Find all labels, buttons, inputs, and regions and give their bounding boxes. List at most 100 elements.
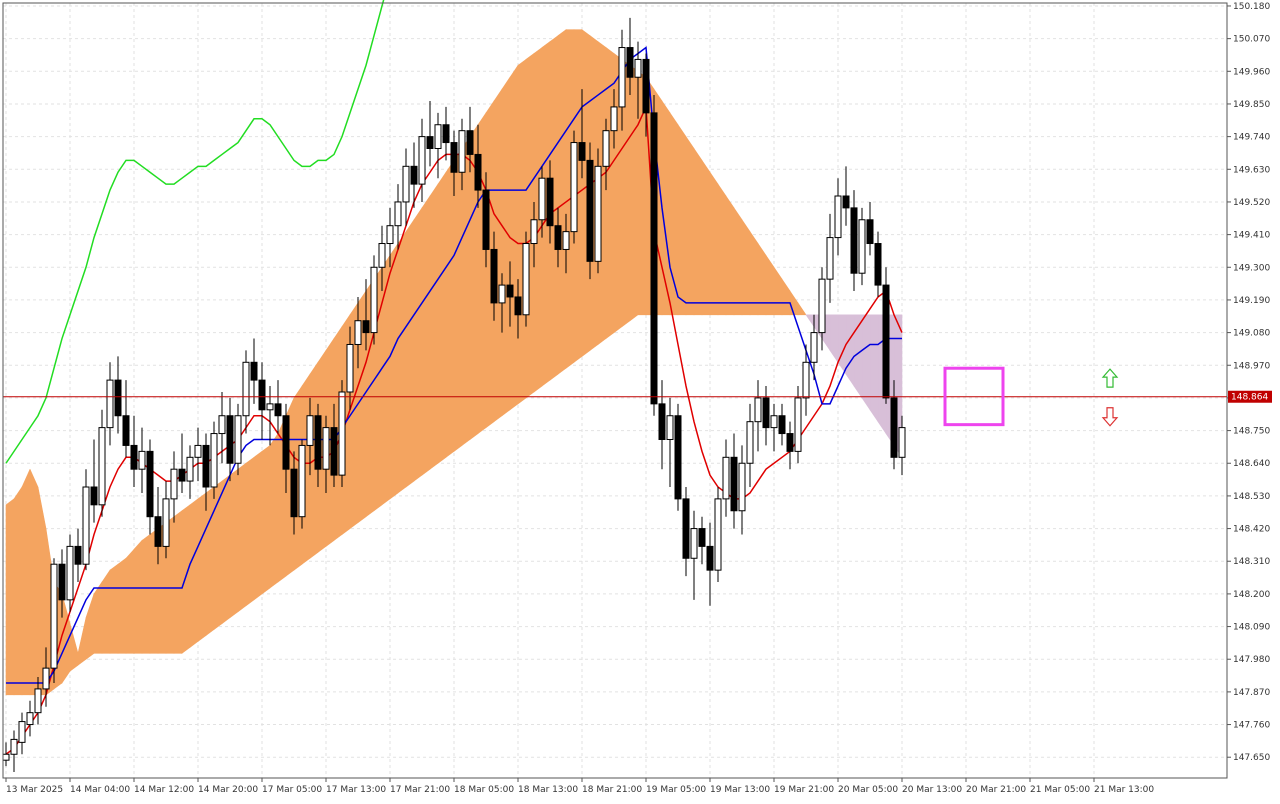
candle-body bbox=[802, 361, 810, 399]
candle-body bbox=[314, 415, 322, 470]
kumo-segment bbox=[109, 563, 119, 654]
candle-body bbox=[706, 545, 714, 571]
candle-body bbox=[154, 516, 162, 547]
kumo-segment bbox=[709, 171, 719, 316]
kumo-segment bbox=[869, 314, 879, 423]
kumo-segment bbox=[389, 242, 399, 500]
x-tick-label: 19 Mar 21:00 bbox=[774, 785, 834, 795]
kumo-segment bbox=[517, 58, 527, 405]
candle-body bbox=[794, 397, 802, 452]
kumo-segment bbox=[725, 195, 735, 316]
kumo-segment bbox=[381, 254, 391, 506]
y-tick-label: 150.180 bbox=[1233, 2, 1270, 12]
candle-body bbox=[778, 415, 786, 435]
candle-body bbox=[770, 415, 778, 429]
candle-body bbox=[266, 403, 274, 411]
candle bbox=[586, 142, 594, 280]
kumo-segment bbox=[245, 456, 255, 607]
candle-body bbox=[50, 563, 58, 669]
candle-body bbox=[274, 403, 282, 417]
candle-body bbox=[754, 397, 762, 423]
candle-body bbox=[618, 47, 626, 108]
candle-body bbox=[898, 427, 906, 458]
x-tick-label: 13 Mar 2025 bbox=[6, 785, 63, 795]
kumo-segment bbox=[229, 468, 239, 619]
candle-body bbox=[402, 165, 410, 203]
candle-body bbox=[890, 397, 898, 458]
x-tick-label: 20 Mar 05:00 bbox=[838, 785, 898, 795]
candle-body bbox=[26, 712, 34, 726]
y-tick-label: 149.960 bbox=[1233, 67, 1270, 77]
kumo-segment bbox=[701, 159, 711, 316]
kumo-segment bbox=[149, 527, 159, 654]
candle bbox=[570, 130, 578, 244]
candle-body bbox=[106, 379, 114, 429]
y-tick-label: 149.080 bbox=[1233, 329, 1270, 339]
kumo-segment bbox=[453, 147, 463, 452]
candle-body bbox=[194, 444, 202, 458]
candle-body bbox=[58, 563, 66, 601]
candle-body bbox=[482, 189, 490, 250]
candle-body bbox=[306, 415, 314, 446]
candle-body bbox=[682, 498, 690, 559]
kumo-segment bbox=[197, 492, 207, 643]
candle bbox=[298, 439, 306, 529]
candle-body bbox=[442, 124, 450, 144]
kumo-segment bbox=[253, 450, 263, 601]
candle-body bbox=[866, 219, 874, 245]
candle-body bbox=[514, 296, 522, 316]
candle-body bbox=[570, 142, 578, 233]
kumo-segment bbox=[685, 135, 695, 316]
candle-body bbox=[714, 498, 722, 571]
kumo-segment bbox=[845, 314, 855, 388]
y-tick-label: 147.760 bbox=[1233, 721, 1270, 731]
candle-body bbox=[394, 201, 402, 227]
kumo-segment bbox=[261, 444, 271, 595]
candle bbox=[794, 386, 802, 464]
kumo-segment bbox=[5, 498, 15, 696]
kumo-segment bbox=[429, 183, 439, 470]
x-tick-label: 14 Mar 20:00 bbox=[198, 785, 258, 795]
candle-body bbox=[834, 195, 842, 239]
candle-body bbox=[2, 753, 10, 761]
y-tick-label: 147.650 bbox=[1233, 753, 1270, 763]
candle-body bbox=[114, 379, 122, 417]
candle-body bbox=[218, 415, 226, 435]
y-tick-label: 147.870 bbox=[1233, 688, 1270, 698]
candle bbox=[338, 380, 346, 488]
x-tick-label: 14 Mar 12:00 bbox=[134, 785, 194, 795]
candle-body bbox=[466, 130, 474, 155]
candle bbox=[714, 487, 722, 583]
candle-body bbox=[506, 284, 514, 298]
candle-body bbox=[282, 415, 290, 470]
candle-body bbox=[290, 468, 298, 518]
candle-body bbox=[650, 112, 658, 405]
candle bbox=[50, 558, 58, 683]
candle-body bbox=[450, 142, 458, 173]
kumo-segment bbox=[269, 432, 279, 589]
ichimoku-chart[interactable]: 150.180 150.070 149.960 149.850 149.740 149.6… bbox=[0, 0, 1280, 800]
candle-body bbox=[530, 219, 538, 245]
candle-body bbox=[170, 468, 178, 500]
candle-body bbox=[658, 403, 666, 440]
candle-body bbox=[162, 498, 170, 547]
kumo-segment bbox=[693, 147, 703, 316]
candle-body bbox=[410, 165, 418, 185]
candle-body bbox=[762, 397, 770, 429]
candle bbox=[882, 267, 890, 404]
candle-body bbox=[666, 415, 674, 440]
candle-body bbox=[378, 243, 386, 268]
kumo-segment bbox=[125, 548, 135, 654]
candle-body bbox=[90, 486, 98, 506]
kumo-segment bbox=[141, 533, 151, 654]
y-tick-label: 148.970 bbox=[1233, 361, 1270, 371]
candle-body bbox=[370, 266, 378, 334]
kumo-segment bbox=[181, 504, 191, 654]
candle-body bbox=[226, 415, 234, 464]
y-tick-label: 148.090 bbox=[1233, 623, 1270, 633]
x-tick-label: 21 Mar 05:00 bbox=[1030, 785, 1090, 795]
kumo-segment bbox=[861, 314, 871, 411]
y-tick-label: 148.310 bbox=[1233, 557, 1270, 567]
kumo-segment bbox=[29, 469, 39, 696]
x-tick-label: 18 Mar 21:00 bbox=[582, 785, 642, 795]
